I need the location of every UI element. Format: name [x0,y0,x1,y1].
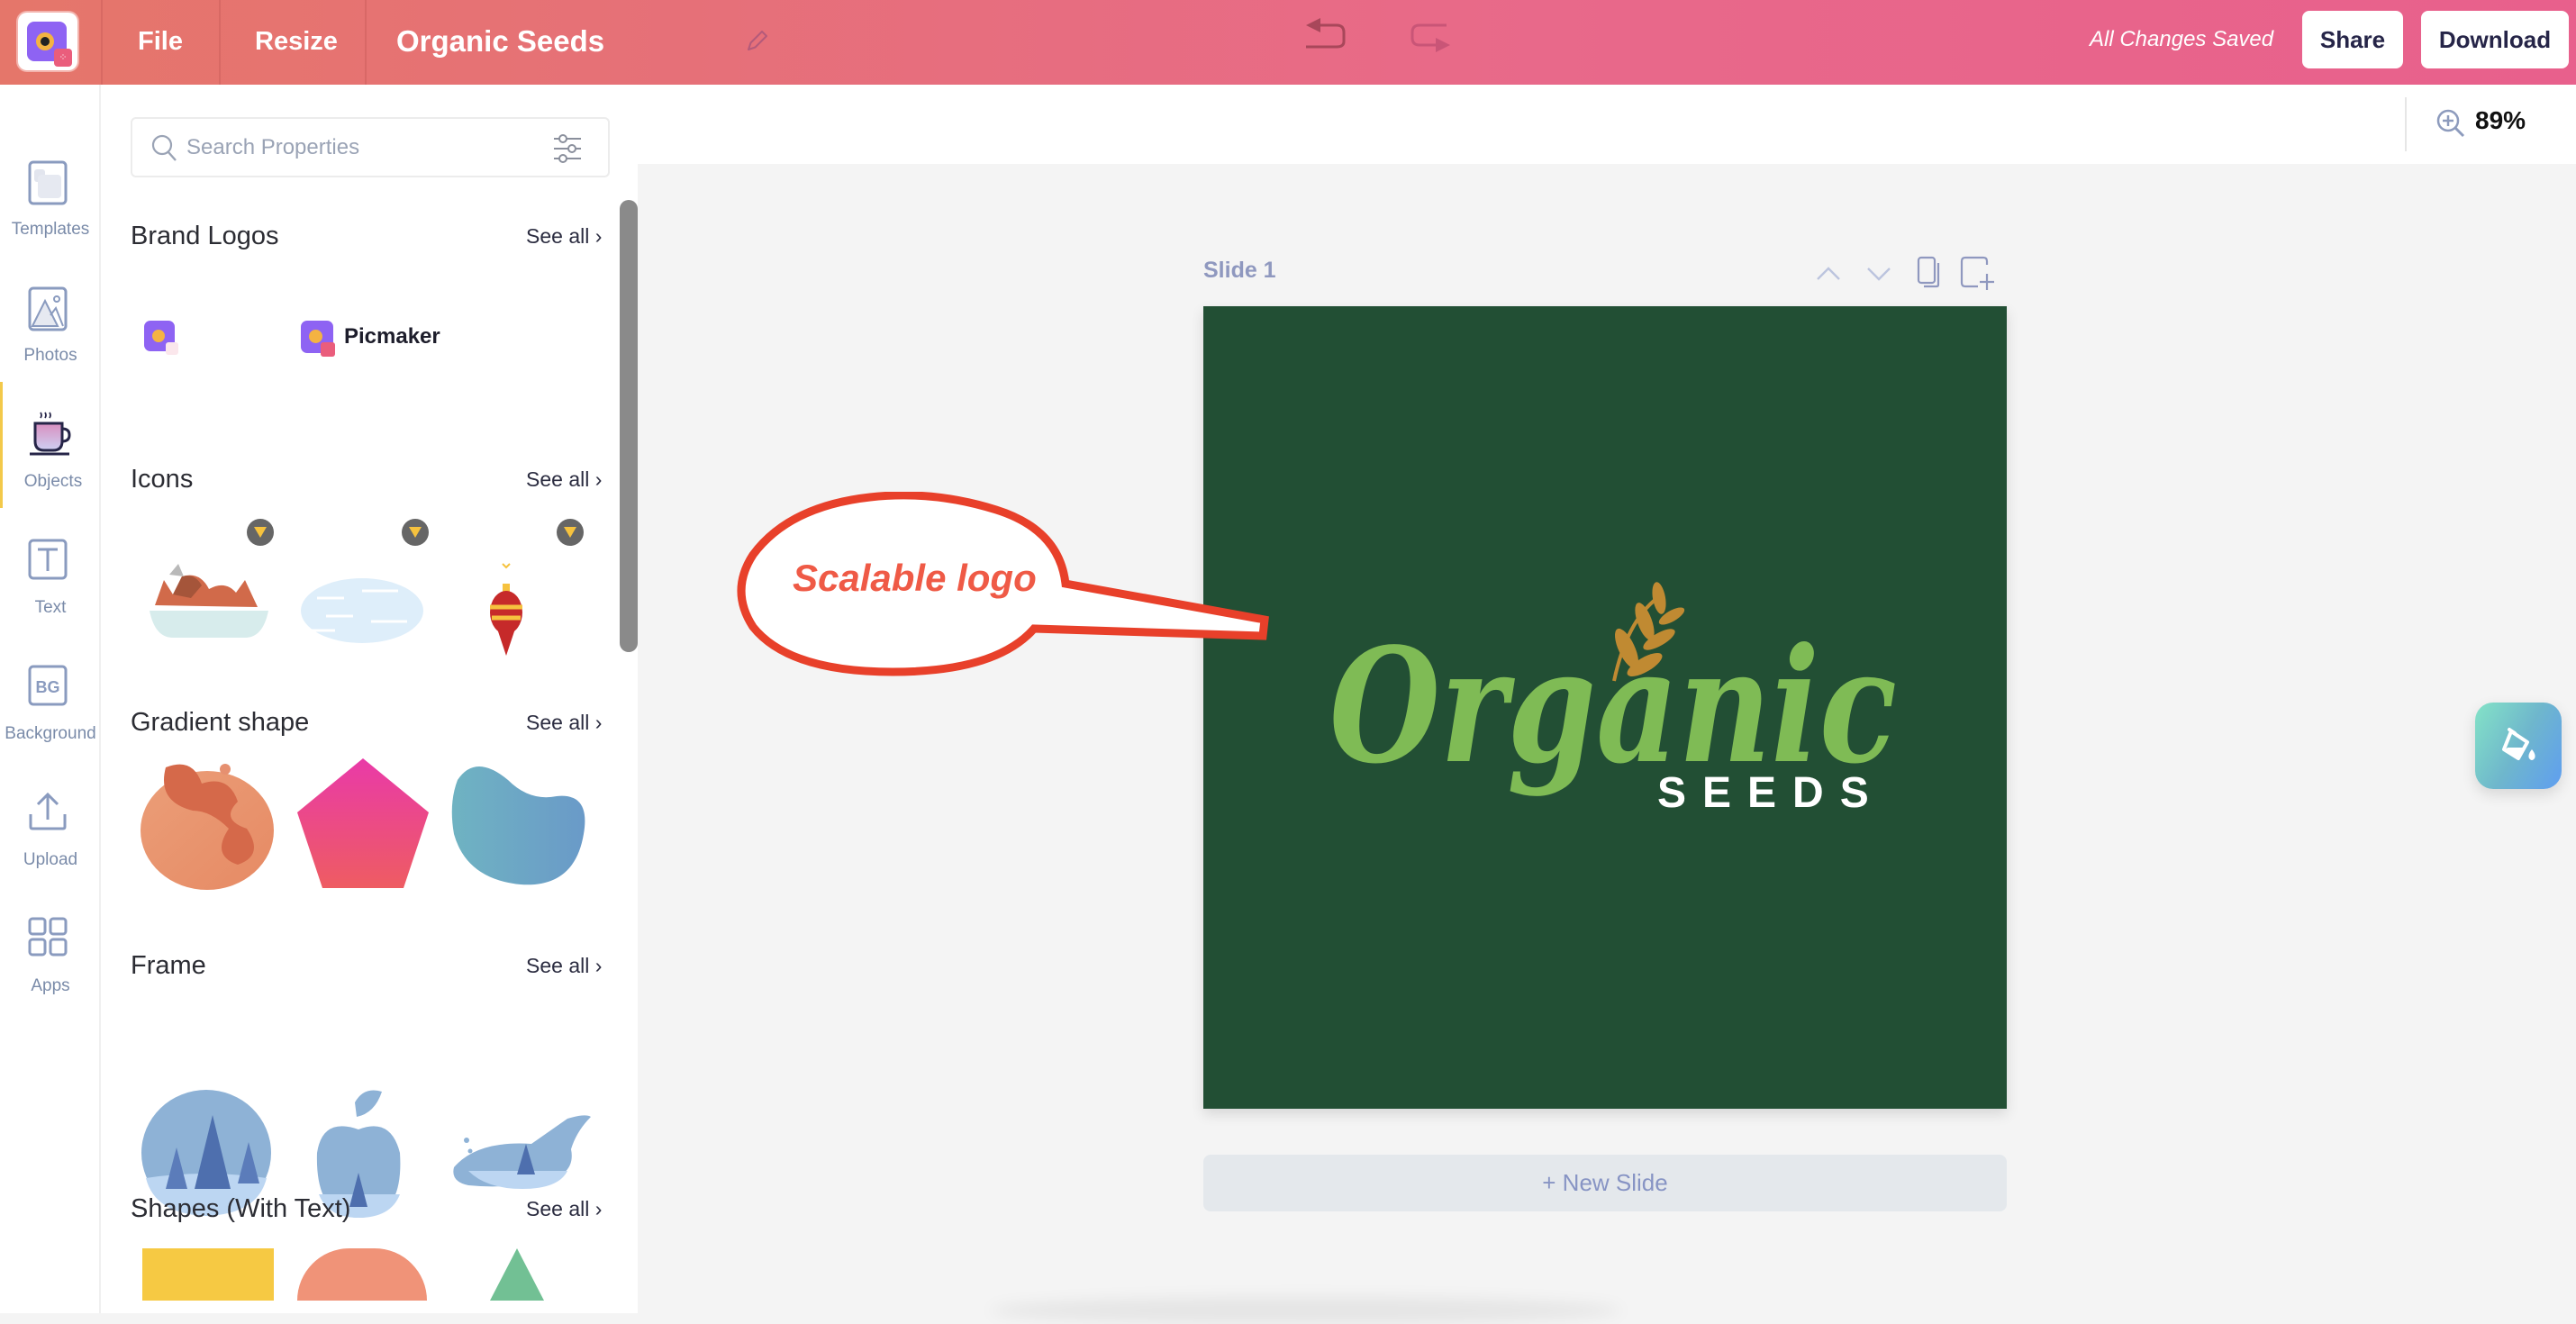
paint-bucket-icon [2502,728,2535,760]
salmon-semicircle-shape[interactable] [297,1248,427,1301]
apps-grid-icon [28,917,68,957]
rail-label: Objects [23,472,83,491]
header-divider [219,0,221,85]
toolbar-divider [2405,97,2407,151]
see-all-gradient-shape[interactable]: See all › [526,711,602,735]
section-title-shapes-with-text: Shapes (With Text) [131,1194,351,1223]
rail-label: Upload [23,850,78,869]
search-icon [151,134,177,161]
svg-text:BG: BG [36,678,60,696]
logo-badge-icon [321,342,335,357]
header-divider [365,0,367,85]
see-all-label: See all [526,1197,590,1220]
bottom-shadow [991,1297,1621,1324]
see-all-label: See all [526,467,590,491]
logo-badge-icon [166,342,178,355]
slide-canvas[interactable]: Organic SEEDS [1203,306,2007,1109]
slide-label: Slide 1 [1203,258,1276,283]
see-all-label: See all [526,224,590,248]
undo-icon[interactable] [1302,16,1349,58]
rail-label: Apps [31,976,70,995]
rail-item-background[interactable]: BG Background [0,634,101,760]
section-title-frame: Frame [131,951,206,980]
rail-item-photos[interactable]: Photos [0,256,101,382]
share-button[interactable]: Share [2302,11,2403,68]
see-all-label: See all [526,711,590,734]
see-all-brand-logos[interactable]: See all › [526,224,602,249]
new-slide-button[interactable]: + New Slide [1203,1155,2007,1211]
templates-icon [28,160,68,205]
whale-forest-frame[interactable] [450,1113,594,1203]
section-title-icons: Icons [131,465,194,494]
background-icon: BG [28,665,68,706]
resize-menu[interactable]: Resize [255,0,338,85]
left-rail: Templates Photos Objects Text BG Backgro… [0,85,101,1313]
search-input[interactable] [186,128,529,168]
download-button[interactable]: Download [2421,11,2569,68]
top-header: ⁘ File Resize Organic Seeds All Changes … [0,0,2576,85]
zoom-in-icon[interactable] [2435,108,2466,139]
pink-pentagon-shape[interactable] [295,757,431,892]
blue-blob-shape[interactable] [449,762,589,888]
color-palette-button[interactable] [2475,703,2562,789]
logo-eye-icon [309,330,322,343]
upload-icon [29,792,67,830]
header-divider [101,0,103,85]
brand-logo-item[interactable]: Picmaker [297,319,450,360]
section-title-brand-logos: Brand Logos [131,222,279,250]
zoom-level[interactable]: 89% [2475,106,2526,135]
text-icon [28,539,68,580]
section-title-gradient-shape: Gradient shape [131,708,310,737]
rail-label: Text [34,598,67,617]
see-all-label: See all [526,954,590,977]
rail-item-objects[interactable]: Objects [0,382,101,508]
app-logo[interactable]: ⁘ [18,13,77,70]
move-slide-down-icon[interactable] [1861,256,1897,292]
orange-blob-shape[interactable] [139,757,283,892]
logo-eye-icon [152,330,165,342]
rail-item-templates[interactable]: Templates [0,130,101,256]
panel-scrollbar[interactable] [620,200,638,652]
brand-logo-item[interactable] [144,321,180,357]
premium-gem-icon [557,519,584,546]
move-slide-up-icon[interactable] [1810,256,1846,292]
picmaker-wordmark: Picmaker [344,324,440,349]
duplicate-slide-icon[interactable] [1911,256,1947,292]
document-title[interactable]: Organic Seeds [396,0,604,85]
organic-seeds-logo[interactable]: Organic SEEDS [1203,306,2007,1109]
add-slide-icon[interactable] [1960,256,1996,292]
premium-gem-icon [247,519,274,546]
logo-seeds-text: SEEDS [1657,769,1885,817]
see-all-shapes-with-text[interactable]: See all › [526,1197,602,1221]
callout-text: Scalable logo [793,557,1037,599]
objects-panel: Brand Logos See all › Picmaker Icons See… [101,85,638,1313]
clouds-icon[interactable] [299,571,425,643]
green-triangle-shape[interactable] [490,1248,544,1301]
save-status: All Changes Saved [2090,27,2274,51]
canvas-toolbar: 89% [638,85,2576,164]
yellow-rectangle-shape[interactable] [142,1248,274,1301]
edit-pencil-icon[interactable] [744,27,771,54]
premium-gem-icon [402,519,429,546]
redo-icon[interactable] [1407,22,1454,63]
filter-sliders-icon[interactable] [552,133,583,164]
see-all-frame[interactable]: See all › [526,954,602,978]
rail-item-apps[interactable]: Apps [0,886,101,1012]
file-menu[interactable]: File [138,0,183,85]
rail-item-text[interactable]: Text [0,508,101,634]
see-all-icons[interactable]: See all › [526,467,602,492]
ornament-icon[interactable] [488,562,524,661]
logo-eye-icon [36,32,54,50]
objects-cup-icon [30,412,71,456]
rail-item-upload[interactable]: Upload [0,760,101,886]
roast-dish-icon[interactable] [146,562,268,643]
logo-badge-icon: ⁘ [54,49,72,67]
rail-label: Templates [11,220,90,239]
photos-icon [28,286,68,331]
rail-label: Background [5,724,96,743]
rail-label: Photos [23,346,77,365]
search-box [131,117,610,177]
